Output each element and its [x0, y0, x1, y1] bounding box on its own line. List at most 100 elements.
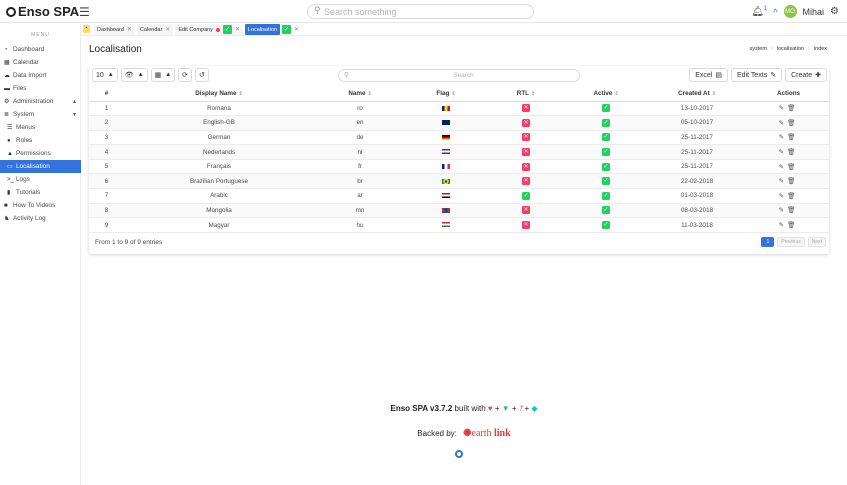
- trash-icon[interactable]: 🗑︎: [787, 105, 798, 112]
- column-header-flag[interactable]: Flag ⇕: [406, 87, 486, 102]
- table-search[interactable]: ⚲: [338, 69, 580, 82]
- tab-label: Localisation: [247, 26, 277, 33]
- check-icon[interactable]: ✓: [281, 25, 291, 34]
- sidebar-item-label: Calendar: [13, 59, 39, 66]
- cell-active: ✓: [566, 203, 646, 219]
- sort-icon[interactable]: ⇕: [712, 91, 716, 97]
- column-header-created-at[interactable]: Created At ⇕: [646, 87, 748, 102]
- notifications-bell-icon[interactable]: 🔔︎1: [751, 6, 767, 17]
- trash-icon[interactable]: 🗑︎: [787, 178, 798, 185]
- trash-icon[interactable]: 🗑︎: [787, 193, 798, 200]
- previous-page-button[interactable]: Previous: [777, 237, 805, 247]
- tab-label: Dashboard: [97, 26, 124, 33]
- user-name[interactable]: Mihai: [803, 7, 825, 17]
- trash-icon[interactable]: 🗑︎: [787, 207, 798, 214]
- visibility-toggle-button[interactable]: 👁︎ ▲: [120, 68, 148, 82]
- pencil-icon[interactable]: ✎: [779, 149, 787, 156]
- page-button-current[interactable]: 1: [761, 237, 775, 247]
- sidebar-item-administration[interactable]: ⚙ Administration ▴: [0, 95, 81, 108]
- reload-button[interactable]: ⟳: [178, 68, 193, 82]
- sidebar-item-files[interactable]: ▬ Files: [0, 82, 81, 95]
- sort-icon[interactable]: ⇕: [367, 91, 371, 97]
- next-page-button[interactable]: Next: [807, 237, 826, 247]
- sidebar-item-system[interactable]: ≣ System ▾: [0, 108, 81, 121]
- pencil-icon[interactable]: ✎: [779, 193, 787, 200]
- hamburger-menu-icon[interactable]: ☰: [79, 5, 90, 19]
- laravel-logo-icon[interactable]: ꝉ: [519, 404, 522, 413]
- github-icon[interactable]: [455, 450, 463, 458]
- cell-index: 1: [89, 101, 124, 117]
- sidebar-item-logs[interactable]: >_ Logs: [0, 173, 81, 186]
- reset-button[interactable]: ↺: [195, 68, 209, 82]
- sidebar-item-permissions[interactable]: ▲ Permissions: [0, 147, 81, 160]
- sort-icon[interactable]: ⇕: [614, 91, 618, 97]
- check-icon: ✓: [602, 191, 610, 200]
- cell-flag: [406, 188, 486, 204]
- sidebar-item-activity-log[interactable]: ♞ Activity Log: [0, 212, 81, 225]
- bulma-logo-icon[interactable]: ◆: [531, 404, 537, 413]
- sidebar-item-localisation[interactable]: ▭ Localisation: [0, 160, 81, 173]
- table-columns-icon: ▦: [154, 72, 162, 79]
- chevron-up-icon[interactable]: ^: [773, 7, 777, 17]
- check-icon[interactable]: ✓: [222, 25, 232, 34]
- cell-name: nl: [314, 144, 406, 160]
- brand-logo[interactable]: Enso SPA: [6, 4, 79, 19]
- sort-icon[interactable]: ⇕: [451, 91, 455, 97]
- earthlink-logo[interactable]: ✺earth link: [463, 428, 511, 439]
- sidebar-item-roles[interactable]: ● Roles: [0, 134, 81, 147]
- cell-name: br: [314, 173, 406, 190]
- tab-calendar[interactable]: Calendar ✕: [136, 24, 174, 35]
- global-search-input[interactable]: [324, 6, 524, 17]
- breadcrumb-item[interactable]: localisation: [777, 46, 804, 52]
- pencil-icon[interactable]: ✎: [779, 120, 787, 127]
- trash-icon[interactable]: 🗑︎: [787, 164, 798, 171]
- sponsor-suffix: link: [494, 428, 511, 439]
- columns-toggle-button[interactable]: ▦ ▲: [150, 68, 176, 82]
- create-button[interactable]: Create ✚: [785, 68, 827, 82]
- global-search[interactable]: ⚲: [307, 4, 534, 19]
- sidebar-item-data-import[interactable]: ☁ Data Import: [0, 69, 81, 82]
- column-header-rtl[interactable]: RTL ⇕: [486, 87, 566, 102]
- pencil-icon[interactable]: ✎: [779, 178, 787, 185]
- breadcrumb-item[interactable]: system: [750, 46, 767, 52]
- close-icon[interactable]: ✕: [294, 26, 299, 33]
- edit-texts-button[interactable]: Edit Texts ✎: [731, 68, 783, 82]
- check-icon: ✓: [602, 104, 610, 113]
- pencil-icon[interactable]: ✎: [779, 164, 787, 171]
- page-size-select[interactable]: 10 ▲: [92, 68, 118, 82]
- sidebar-item-dashboard[interactable]: ◔ Dashboard: [0, 43, 81, 56]
- page-title: Localisation: [89, 44, 142, 55]
- sidebar-item-menus[interactable]: ☰ Menus: [0, 121, 81, 134]
- column-header-display-name[interactable]: Display Name ⇕: [124, 87, 314, 102]
- trash-icon[interactable]: 🗑︎: [787, 120, 798, 127]
- sidebar-item-tutorials[interactable]: ▮ Tutorials: [0, 186, 81, 199]
- sidebar-item-calendar[interactable]: ▦ Calendar: [0, 56, 81, 69]
- close-icon[interactable]: ✕: [127, 26, 132, 33]
- tab-dashboard[interactable]: Dashboard ✕: [94, 24, 135, 35]
- trash-icon[interactable]: 🗑︎: [787, 149, 798, 156]
- close-icon[interactable]: ✕: [235, 26, 240, 33]
- sort-icon[interactable]: ⇕: [531, 91, 535, 97]
- column-header-active[interactable]: Active ⇕: [566, 87, 646, 102]
- table-search-input[interactable]: [351, 71, 576, 80]
- trash-icon[interactable]: 🗑︎: [787, 134, 798, 141]
- pencil-icon[interactable]: ✎: [779, 222, 787, 229]
- table-row: 4 Nederlands nl ✕ ✓ 25-11-2017 ✎🗑︎: [89, 144, 829, 160]
- settings-gears-icon[interactable]: ⚙: [830, 6, 839, 17]
- excel-export-button[interactable]: Excel ▤: [689, 68, 729, 82]
- pencil-icon[interactable]: ✎: [779, 134, 787, 141]
- cell-display-name: Romana: [124, 101, 314, 117]
- lock-icon[interactable]: ▪: [83, 25, 90, 33]
- trash-icon[interactable]: 🗑︎: [787, 222, 798, 229]
- column-header-name[interactable]: Name ⇕: [314, 87, 406, 102]
- pencil-icon[interactable]: ✎: [779, 105, 787, 112]
- sidebar-item-how-to-videos[interactable]: ■ How To Videos: [0, 199, 81, 212]
- tab-localisation[interactable]: Localisation: [244, 24, 280, 35]
- close-icon[interactable]: ✕: [165, 26, 170, 33]
- pencil-icon[interactable]: ✎: [779, 207, 787, 214]
- avatar[interactable]: MO: [783, 5, 797, 18]
- tab-edit-company[interactable]: Edit Company ✓ ✕: [175, 24, 243, 35]
- vue-logo-icon[interactable]: ▼: [502, 404, 510, 413]
- sort-icon[interactable]: ⇕: [239, 91, 243, 97]
- table-row: 6 Brazilian Portuguese br ✕ ✓ 22-02-2018 ✎🗑︎: [89, 173, 829, 190]
